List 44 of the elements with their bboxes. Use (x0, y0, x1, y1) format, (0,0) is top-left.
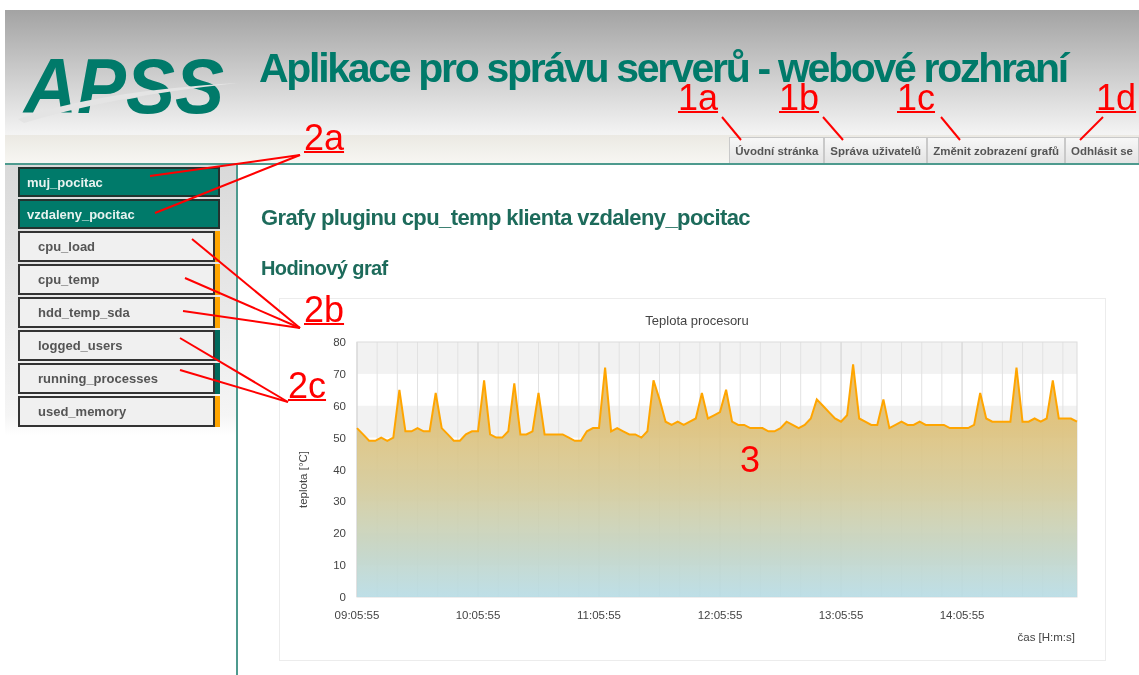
y-tick-label: 10 (333, 559, 346, 572)
x-tick-label: 10:05:55 (455, 609, 501, 621)
leader-line (822, 116, 844, 141)
annotation-label: 1d (1096, 82, 1137, 114)
plugin-item[interactable]: used_memory (18, 396, 215, 427)
leader-line (1079, 116, 1104, 141)
x-axis-label: čas [H:m:s] (1017, 631, 1075, 643)
page-heading: Grafy pluginu cpu_temp klienta vzdaleny_pocitac (261, 205, 751, 231)
x-tick-label: 12:05:55 (697, 609, 743, 621)
nav-tab[interactable]: Správa uživatelů (824, 137, 928, 163)
chart-title: Teplota procesoru (645, 313, 749, 328)
plugin-item[interactable]: cpu_temp (18, 264, 215, 295)
host-item[interactable]: muj_pocitac (18, 167, 220, 197)
y-tick-label: 60 (333, 399, 346, 412)
plugin-item[interactable]: logged_users (18, 330, 215, 361)
y-tick-label: 50 (333, 431, 346, 444)
plugin-item[interactable]: running_processes (18, 363, 215, 394)
leader-line (721, 116, 742, 141)
x-tick-label: 13:05:55 (818, 609, 864, 621)
x-tick-label: 09:05:55 (334, 609, 380, 621)
host-item[interactable]: vzdaleny_pocitac (18, 199, 220, 229)
y-tick-label: 20 (333, 527, 346, 540)
plugin-item[interactable]: hdd_temp_sda (18, 297, 215, 328)
annotation-label: 2c (288, 370, 327, 402)
nav-tab[interactable]: Změnit zobrazení grafů (927, 137, 1065, 163)
logo-text: APSS (24, 41, 237, 123)
y-axis-label: teplota [°C] (297, 451, 309, 508)
annotation-label: 2a (304, 122, 345, 154)
y-tick-label: 40 (333, 463, 346, 476)
annotation-label: 3 (740, 444, 761, 476)
x-tick-label: 11:05:55 (577, 609, 621, 621)
annotation-label: 1b (779, 82, 820, 114)
nav-tab[interactable]: Odhlásit se (1065, 137, 1139, 163)
y-tick-label: 0 (339, 591, 346, 603)
y-tick-label: 70 (333, 367, 346, 380)
y-tick-label: 30 (333, 495, 346, 508)
section-heading: Hodinový graf (261, 257, 390, 280)
plugin-item[interactable]: cpu_load (18, 231, 215, 262)
x-tick-label: 14:05:55 (939, 609, 985, 621)
leader-line (940, 116, 961, 141)
nav-tab[interactable]: Úvodní stránka (729, 137, 825, 163)
annotation-label: 1c (897, 82, 936, 114)
annotation-label: 2b (304, 294, 345, 326)
y-tick-label: 80 (333, 336, 346, 348)
